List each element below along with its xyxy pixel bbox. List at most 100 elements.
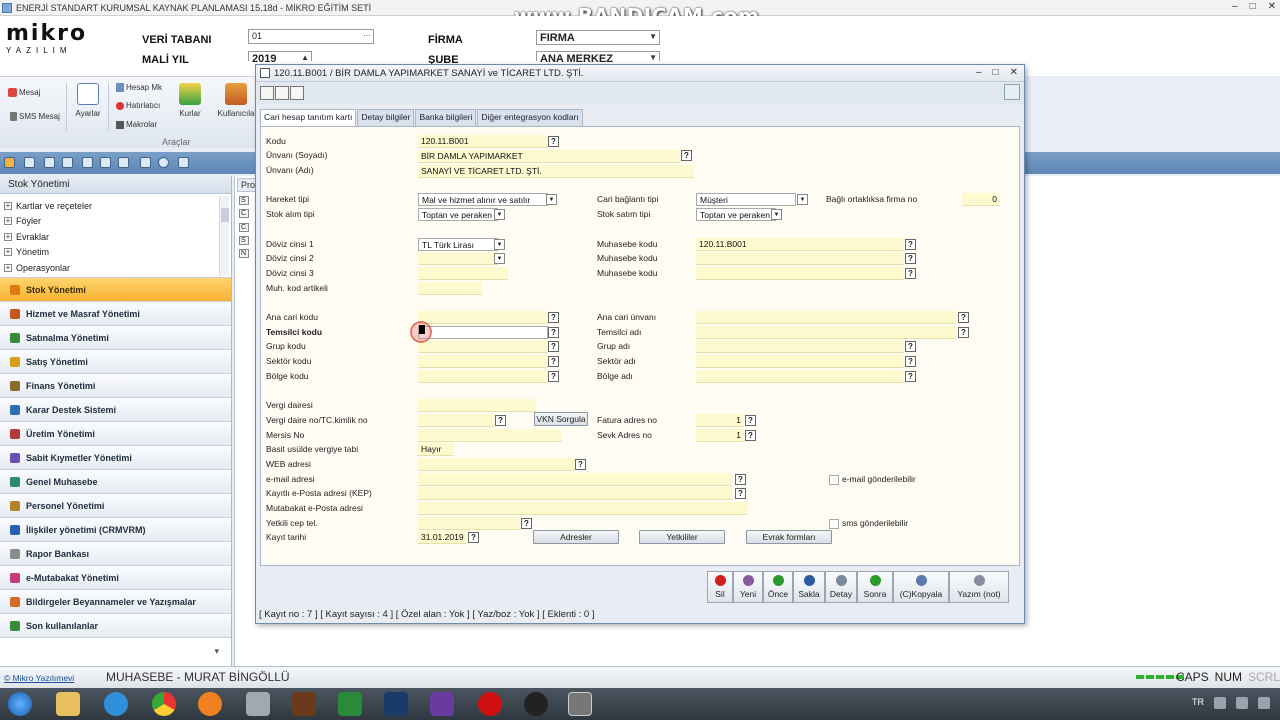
mali-yil-field[interactable]: 2019 ▲ bbox=[248, 51, 312, 65]
lookup-icon[interactable]: ? bbox=[521, 518, 532, 529]
cari-baglanti-select[interactable]: Müşteri bbox=[696, 193, 796, 206]
mutabakat-input[interactable] bbox=[418, 502, 748, 515]
action-button[interactable]: Detay bbox=[825, 571, 857, 603]
sort-icon[interactable] bbox=[100, 157, 111, 168]
module-item[interactable]: Satınalma Yönetimi bbox=[0, 326, 231, 350]
scroll-thumb[interactable] bbox=[221, 208, 229, 222]
list-item[interactable]: S bbox=[239, 236, 249, 245]
chevron-down-icon[interactable]: ▼ bbox=[546, 194, 557, 205]
hesap-mk-button[interactable]: Hesap Mk bbox=[116, 83, 162, 92]
action-button[interactable]: Sakla bbox=[793, 571, 825, 603]
help-icon[interactable] bbox=[260, 86, 274, 100]
lookup-icon[interactable]: ? bbox=[548, 136, 559, 147]
tab-entegrasyon[interactable]: Diğer entegrasyon kodları bbox=[477, 109, 583, 126]
tab-banka[interactable]: Banka bilgileri bbox=[415, 109, 477, 126]
module-item[interactable]: Personel Yönetimi bbox=[0, 494, 231, 518]
language-indicator[interactable]: TR bbox=[1192, 697, 1204, 709]
chevron-down-icon[interactable]: ▼ bbox=[649, 32, 657, 41]
chevron-down-icon[interactable]: ▼ bbox=[649, 53, 657, 62]
chevron-down-icon[interactable]: ▼ bbox=[494, 209, 505, 220]
temsilci-kodu-input[interactable] bbox=[418, 326, 548, 339]
expand-icon[interactable]: + bbox=[4, 201, 12, 210]
tab-cari-hesap[interactable]: Cari hesap tanıtım kartı bbox=[260, 109, 357, 126]
close-button[interactable]: ✕ bbox=[1268, 1, 1276, 12]
expand-icon[interactable]: + bbox=[4, 217, 12, 226]
calculator-icon[interactable] bbox=[246, 692, 270, 716]
ana-cari-unvani-input[interactable] bbox=[696, 311, 956, 324]
lookup-icon[interactable]: ? bbox=[548, 356, 559, 367]
grup-adi-input[interactable] bbox=[696, 340, 904, 353]
lookup-icon[interactable]: ? bbox=[495, 415, 506, 426]
chevron-down-icon[interactable]: ▼ bbox=[494, 239, 505, 250]
module-item[interactable]: Satış Yönetimi bbox=[0, 350, 231, 374]
lookup-icon[interactable]: ? bbox=[548, 341, 559, 352]
print-icon[interactable] bbox=[275, 86, 289, 100]
temsilci-adi-input[interactable] bbox=[696, 326, 956, 339]
lookup-icon[interactable]: ? bbox=[735, 488, 746, 499]
excel-icon[interactable] bbox=[338, 692, 362, 716]
chevron-down-icon[interactable]: ▼ bbox=[771, 209, 782, 220]
explorer-icon[interactable] bbox=[56, 692, 80, 716]
muhasebe2-input[interactable] bbox=[696, 252, 904, 265]
lookup-icon[interactable]: ? bbox=[575, 459, 586, 470]
tree-item[interactable]: + Yönetim bbox=[4, 245, 231, 261]
module-item[interactable]: Sabit Kıymetler Yönetimi bbox=[0, 446, 231, 470]
lookup-icon[interactable]: ? bbox=[905, 356, 916, 367]
muhasebe3-input[interactable] bbox=[696, 267, 904, 280]
kayit-tarihi-input[interactable]: 31.01.2019 bbox=[418, 531, 466, 544]
module-item[interactable]: Üretim Yönetimi bbox=[0, 422, 231, 446]
doviz3-input[interactable] bbox=[418, 267, 508, 280]
hatirlatici-button[interactable]: Hatırlatıcı bbox=[116, 101, 160, 110]
action-button[interactable]: Sil bbox=[707, 571, 733, 603]
module-item[interactable]: e-Mutabakat Yönetimi bbox=[0, 566, 231, 590]
kep-input[interactable] bbox=[418, 487, 732, 500]
module-item[interactable]: Rapor Bankası bbox=[0, 542, 231, 566]
network-icon[interactable] bbox=[1214, 697, 1226, 709]
export-icon[interactable] bbox=[290, 86, 304, 100]
lookup-icon[interactable]: ? bbox=[905, 239, 916, 250]
minimize-button[interactable]: – bbox=[1232, 1, 1238, 12]
tree-icon[interactable] bbox=[62, 157, 73, 168]
sektor-adi-input[interactable] bbox=[696, 355, 904, 368]
grup-kodu-input[interactable] bbox=[418, 340, 548, 353]
evrak-formlari-button[interactable]: Evrak formları bbox=[746, 530, 832, 544]
makrolar-button[interactable]: Makrolar bbox=[116, 120, 157, 129]
module-item[interactable]: Genel Muhasebe bbox=[0, 470, 231, 494]
kodu-input[interactable]: 120.11.B001 bbox=[418, 135, 548, 148]
tree-scrollbar[interactable] bbox=[219, 196, 229, 276]
volume-icon[interactable] bbox=[1236, 697, 1248, 709]
tree-item[interactable]: + Evraklar bbox=[4, 229, 231, 245]
maximize-button[interactable]: □ bbox=[1250, 1, 1256, 12]
unvani-adi-input[interactable]: SANAYİ VE TİCARET LTD. ŞTİ. bbox=[418, 165, 694, 178]
email-gonder-checkbox[interactable] bbox=[829, 475, 839, 485]
hareket-tipi-select[interactable]: Mal ve hizmet alınır ve satılır bbox=[418, 193, 548, 206]
close-button[interactable]: ✕ bbox=[1010, 67, 1018, 78]
list-item[interactable]: C bbox=[239, 209, 249, 218]
table-icon[interactable] bbox=[118, 157, 129, 168]
lookup-icon[interactable]: ? bbox=[548, 312, 559, 323]
flag-icon[interactable] bbox=[1258, 697, 1270, 709]
vergi-no-input[interactable] bbox=[418, 414, 494, 427]
veritabani-field[interactable]: 01 ··· bbox=[248, 29, 374, 44]
lookup-icon[interactable]: ? bbox=[905, 253, 916, 264]
lookup-icon[interactable]: ? bbox=[468, 532, 479, 543]
nav-more-icon[interactable]: ▾ bbox=[0, 646, 231, 666]
record-icon[interactable] bbox=[478, 692, 502, 716]
module-item[interactable]: İlişkiler yönetimi (CRMVRM) bbox=[0, 518, 231, 542]
expand-icon[interactable]: + bbox=[4, 248, 12, 257]
fatura-adres-input[interactable]: 1 bbox=[696, 414, 744, 427]
chevron-down-icon[interactable]: ▼ bbox=[797, 194, 808, 205]
lookup-icon[interactable]: ? bbox=[905, 371, 916, 382]
expand-icon[interactable]: + bbox=[4, 232, 12, 241]
unvani-soyadi-input[interactable]: BİR DAMLA YAPIMARKET bbox=[418, 150, 680, 163]
sevk-adres-input[interactable]: 1 bbox=[696, 429, 744, 442]
lookup-icon[interactable]: ? bbox=[548, 327, 559, 338]
bolge-adi-input[interactable] bbox=[696, 370, 904, 383]
stok-alim-select[interactable]: Toptan ve peraken bbox=[418, 208, 498, 221]
yetkili-cep-input[interactable] bbox=[418, 517, 520, 530]
adresler-button[interactable]: Adresler bbox=[533, 530, 619, 544]
bagli-ortak-input[interactable]: 0 bbox=[962, 193, 1000, 206]
lookup-icon[interactable]: ? bbox=[735, 474, 746, 485]
ie-icon[interactable] bbox=[104, 692, 128, 716]
vkn-sorgula-button[interactable]: VKN Sorgula bbox=[534, 412, 588, 426]
